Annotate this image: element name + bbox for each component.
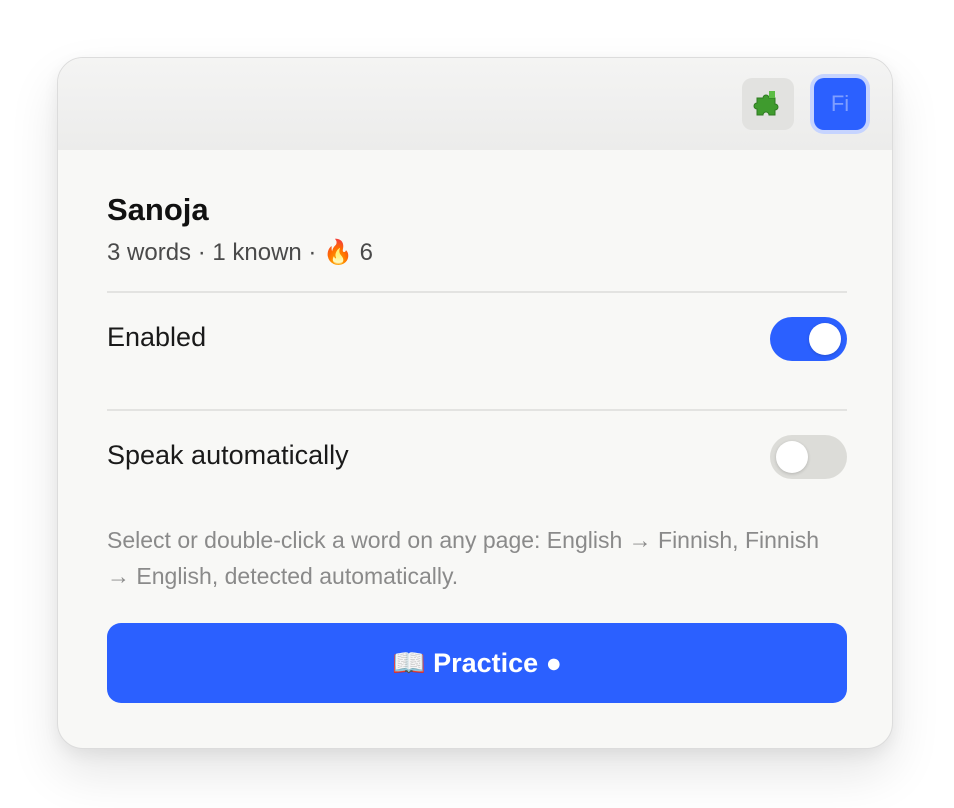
toggle-knob bbox=[809, 323, 841, 355]
popup-panel: Fi Sanoja 3 words · 1 known · 🔥 6 Enable… bbox=[57, 57, 893, 749]
toggle-knob bbox=[776, 441, 808, 473]
divider bbox=[107, 409, 847, 411]
language-button[interactable]: Fi bbox=[814, 78, 866, 130]
deck-title: Sanoja bbox=[107, 192, 209, 227]
help-text: Select or double-click a word on any pag… bbox=[107, 527, 820, 589]
extensions-button[interactable] bbox=[742, 78, 794, 130]
popup-header: Fi bbox=[58, 58, 892, 150]
deck-stats: 3 words · 1 known · 🔥 6 bbox=[107, 239, 373, 266]
enabled-label: Enabled bbox=[107, 322, 207, 352]
enabled-toggle[interactable] bbox=[770, 317, 847, 361]
practice-button[interactable]: 📖 Practice ● bbox=[107, 623, 847, 703]
language-button-label: Fi bbox=[830, 91, 850, 116]
divider bbox=[107, 291, 847, 293]
puzzle-piece-icon bbox=[753, 87, 783, 122]
speak-automatically-label: Speak automatically bbox=[107, 440, 349, 470]
speak-automatically-toggle[interactable] bbox=[770, 435, 847, 479]
